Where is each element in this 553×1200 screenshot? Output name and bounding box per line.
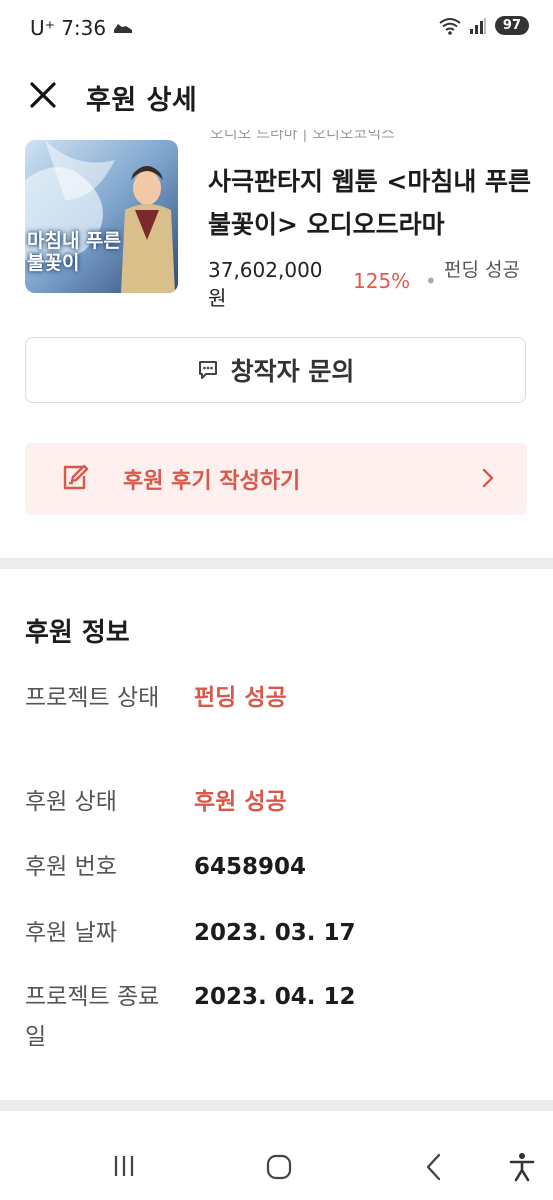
signal-icon xyxy=(469,17,486,34)
funding-status: 펀딩 성공 xyxy=(444,259,520,281)
recent-apps-icon[interactable] xyxy=(110,1152,138,1180)
system-nav-bar xyxy=(0,1140,553,1200)
status-time: 7:36 xyxy=(61,16,107,40)
project-card[interactable]: 오디오 드라마 | 오디오코믹스 마침내 푸른 불꽃이 사극판타지 웹툰 <마침… xyxy=(0,130,553,310)
project-category: 오디오 드라마 | 오디오코믹스 xyxy=(210,130,395,142)
thumbnail-title-text: 마침내 푸른 불꽃이 xyxy=(27,230,122,274)
write-review-label: 후원 후기 작성하기 xyxy=(123,469,301,494)
status-right: 97 xyxy=(439,16,529,35)
section-divider xyxy=(0,558,553,569)
wifi-icon xyxy=(439,17,461,35)
top-app-bar: 후원 상세 xyxy=(0,68,553,128)
info-value-sponsor-date: 2023. 03. 17 xyxy=(194,920,356,946)
bottom-divider xyxy=(0,1100,553,1111)
status-bar: U⁺ 7:36 97 xyxy=(0,0,553,56)
info-value-project-end-date: 2023. 04. 12 xyxy=(194,984,356,1010)
back-icon[interactable] xyxy=(422,1152,446,1182)
info-label-project-end-date: 프로젝트 종료일 xyxy=(25,984,160,1050)
write-review-button[interactable]: 후원 후기 작성하기 xyxy=(25,443,527,515)
creator-inquiry-button[interactable]: 창작자 문의 xyxy=(25,337,526,403)
shoe-notification-icon xyxy=(114,24,133,33)
edit-icon xyxy=(63,464,89,490)
home-icon[interactable] xyxy=(264,1152,294,1182)
battery-indicator: 97 xyxy=(494,16,529,35)
chevron-right-icon xyxy=(482,468,494,488)
chat-icon xyxy=(198,361,217,379)
info-label-sponsor-date: 후원 날짜 xyxy=(25,920,117,946)
accessibility-icon[interactable] xyxy=(508,1152,536,1182)
info-value-sponsor-number: 6458904 xyxy=(194,854,307,880)
page-title: 후원 상세 xyxy=(86,85,198,116)
project-thumbnail[interactable]: 마침내 푸른 불꽃이 xyxy=(25,140,178,293)
info-label-project-status: 프로젝트 상태 xyxy=(25,685,160,711)
info-label-sponsor-number: 후원 번호 xyxy=(25,854,117,880)
info-label-sponsor-status: 후원 상태 xyxy=(25,789,117,815)
separator-dot: • xyxy=(425,269,437,293)
close-icon[interactable] xyxy=(26,78,62,114)
info-value-project-status: 펀딩 성공 xyxy=(194,685,287,711)
creator-inquiry-label: 창작자 문의 xyxy=(230,357,355,386)
carrier-label: U⁺ xyxy=(30,16,56,40)
project-title[interactable]: 사극판타지 웹툰 <마침내 푸른 불꽃이> 오디오드라마 xyxy=(208,160,538,246)
funding-percent: 125% xyxy=(353,269,411,293)
sponsorship-info-title: 후원 정보 xyxy=(25,618,130,648)
funding-amount: 37,602,000원 xyxy=(208,258,323,310)
info-value-sponsor-status: 후원 성공 xyxy=(194,789,287,815)
status-left: U⁺ 7:36 xyxy=(30,16,134,40)
